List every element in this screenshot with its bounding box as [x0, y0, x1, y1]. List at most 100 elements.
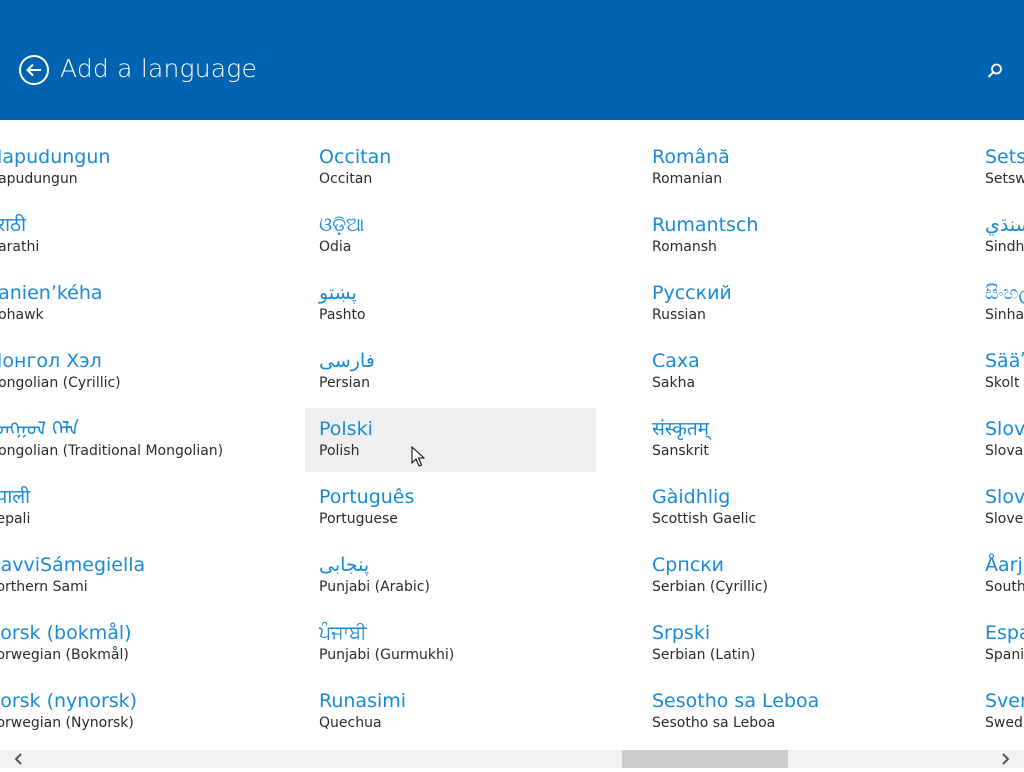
language-list: Mapudungun Mapudungun मराठी Marathi Kanien’k…	[0, 120, 1024, 750]
chevron-left-icon	[14, 753, 22, 765]
language-item[interactable]: Sääʹmǩiõll Skolt Sami	[971, 340, 1024, 404]
search-button[interactable]	[984, 60, 1006, 82]
language-native-name: Kanien’kéha	[0, 282, 103, 304]
language-english-name: Northern Sami	[0, 579, 88, 595]
scroll-right-button[interactable]	[996, 750, 1014, 768]
language-item[interactable]: Српски Serbian (Cyrillic)	[638, 544, 929, 608]
search-icon	[987, 63, 1002, 78]
language-native-name: मराठी	[0, 214, 27, 236]
language-native-name: Slovenščina	[985, 486, 1024, 508]
language-english-name: Marathi	[0, 239, 40, 255]
language-english-name: Skolt Sami	[985, 375, 1024, 391]
language-item[interactable]: Setswana Setswana	[971, 136, 1024, 200]
language-item[interactable]: سنڌي Sindhi	[971, 204, 1024, 268]
language-item[interactable]: मराठी Marathi	[0, 204, 263, 268]
language-english-name: Slovenian	[985, 511, 1024, 527]
language-item[interactable]: Occitan Occitan	[305, 136, 596, 200]
language-item[interactable]: Rumantsch Romansh	[638, 204, 929, 268]
language-item[interactable]: Kanien’kéha Mohawk	[0, 272, 263, 336]
mouse-cursor-icon	[411, 446, 425, 467]
language-english-name: Scottish Gaelic	[652, 511, 757, 527]
language-english-name: Odia	[319, 239, 352, 255]
language-item[interactable]: Srpski Serbian (Latin)	[638, 612, 929, 676]
language-native-name: Rumantsch	[652, 214, 759, 236]
language-native-name: Norsk (nynorsk)	[0, 690, 138, 712]
language-english-name: Setswana	[985, 171, 1024, 187]
language-item[interactable]: Монгол Хэл Mongolian (Cyrillic)	[0, 340, 263, 404]
language-item[interactable]: پښتو Pashto	[305, 272, 596, 336]
horizontal-scrollbar[interactable]	[0, 750, 1024, 768]
language-item[interactable]: Русский Russian	[638, 272, 929, 336]
language-english-name: Southern Sami	[985, 579, 1024, 595]
language-native-name: Sesotho sa Leboa	[652, 690, 820, 712]
language-native-name: Polski	[319, 418, 373, 440]
language-item[interactable]: नेपाली Nepali	[0, 476, 263, 540]
language-item[interactable]: Português Portuguese	[305, 476, 596, 540]
language-native-name: Slovenčina	[985, 418, 1024, 440]
language-english-name: Punjabi (Arabic)	[319, 579, 430, 595]
language-native-name: ਪੰਜਾਬੀ	[319, 622, 367, 644]
language-native-name: Åarjelsaemien	[985, 554, 1024, 576]
language-native-name: Српски	[652, 554, 725, 576]
language-english-name: Mongolian (Cyrillic)	[0, 375, 121, 391]
language-english-name: Polish	[319, 443, 360, 459]
language-english-name: Sinhala	[985, 307, 1024, 323]
language-item[interactable]: Norsk (bokmål) Norwegian (Bokmål)	[0, 612, 263, 676]
language-english-name: Occitan	[319, 171, 373, 187]
back-button[interactable]	[19, 55, 49, 85]
scrollbar-thumb[interactable]	[622, 750, 788, 768]
language-item[interactable]: Runasimi Quechua	[305, 680, 596, 744]
language-english-name: Persian	[319, 375, 370, 391]
language-item[interactable]: Åarjelsaemien Southern Sami	[971, 544, 1024, 608]
language-english-name: Mapudungun	[0, 171, 78, 187]
language-item[interactable]: فارسی Persian	[305, 340, 596, 404]
language-native-name: پښتو	[319, 282, 357, 304]
language-item[interactable]: Español Spanish	[971, 612, 1024, 676]
language-item[interactable]: ਪੰਜਾਬੀ Punjabi (Gurmukhi)	[305, 612, 596, 676]
language-english-name: Swedish	[985, 715, 1024, 731]
language-item[interactable]: ᠮᠣᠩᠭᠣᠯ ᠬᠡᠯᠡ Mongolian (Traditional Mongol…	[0, 408, 263, 472]
language-english-name: Romanian	[652, 171, 723, 187]
language-item[interactable]: සිංහල Sinhala	[971, 272, 1024, 336]
language-english-name: Sesotho sa Leboa	[652, 715, 776, 731]
language-item[interactable]: Саха Sakha	[638, 340, 929, 404]
language-item[interactable]: DavviSámegiella Northern Sami	[0, 544, 263, 608]
language-english-name: Pashto	[319, 307, 366, 323]
language-native-name: Runasimi	[319, 690, 407, 712]
language-item[interactable]: Polski Polish	[305, 408, 596, 472]
language-english-name: Portuguese	[319, 511, 398, 527]
scroll-left-button[interactable]	[10, 750, 28, 768]
language-item[interactable]: Mapudungun Mapudungun	[0, 136, 263, 200]
language-native-name: Mapudungun	[0, 146, 111, 168]
language-native-name: Svenska	[985, 690, 1024, 712]
language-item[interactable]: Gàidhlig Scottish Gaelic	[638, 476, 929, 540]
language-item[interactable]: Sesotho sa Leboa Sesotho sa Leboa	[638, 680, 929, 744]
language-english-name: Serbian (Latin)	[652, 647, 756, 663]
language-item[interactable]: ଓଡ଼ିଆ Odia	[305, 204, 596, 268]
language-item[interactable]: संस्कृतम् Sanskrit	[638, 408, 929, 472]
language-native-name: Setswana	[985, 146, 1024, 168]
language-item[interactable]: Română Romanian	[638, 136, 929, 200]
language-native-name: DavviSámegiella	[0, 554, 146, 576]
language-item[interactable]: Slovenščina Slovenian	[971, 476, 1024, 540]
language-item[interactable]: پنجابی Punjabi (Arabic)	[305, 544, 596, 608]
language-item[interactable]: Svenska Swedish	[971, 680, 1024, 744]
back-arrow-icon	[26, 63, 41, 77]
language-english-name: Quechua	[319, 715, 382, 731]
language-english-name: Punjabi (Gurmukhi)	[319, 647, 455, 663]
language-native-name: संस्कृतम्	[652, 418, 710, 440]
language-native-name: Srpski	[652, 622, 711, 644]
language-item[interactable]: Norsk (nynorsk) Norwegian (Nynorsk)	[0, 680, 263, 744]
language-english-name: Norwegian (Bokmål)	[0, 647, 129, 663]
language-native-name: پنجابی	[319, 554, 370, 576]
language-item[interactable]: Slovenčina Slovak	[971, 408, 1024, 472]
language-native-name: Español	[985, 622, 1024, 644]
language-native-name: Norsk (bokmål)	[0, 622, 132, 644]
language-english-name: Sakha	[652, 375, 696, 391]
title-bar: Add a language	[0, 0, 1024, 120]
language-native-name: Sääʹmǩiõll	[985, 350, 1024, 372]
language-english-name: Slovak	[985, 443, 1024, 459]
language-english-name: Nepali	[0, 511, 31, 527]
language-native-name: سنڌي	[985, 214, 1024, 236]
chevron-right-icon	[1002, 753, 1010, 765]
